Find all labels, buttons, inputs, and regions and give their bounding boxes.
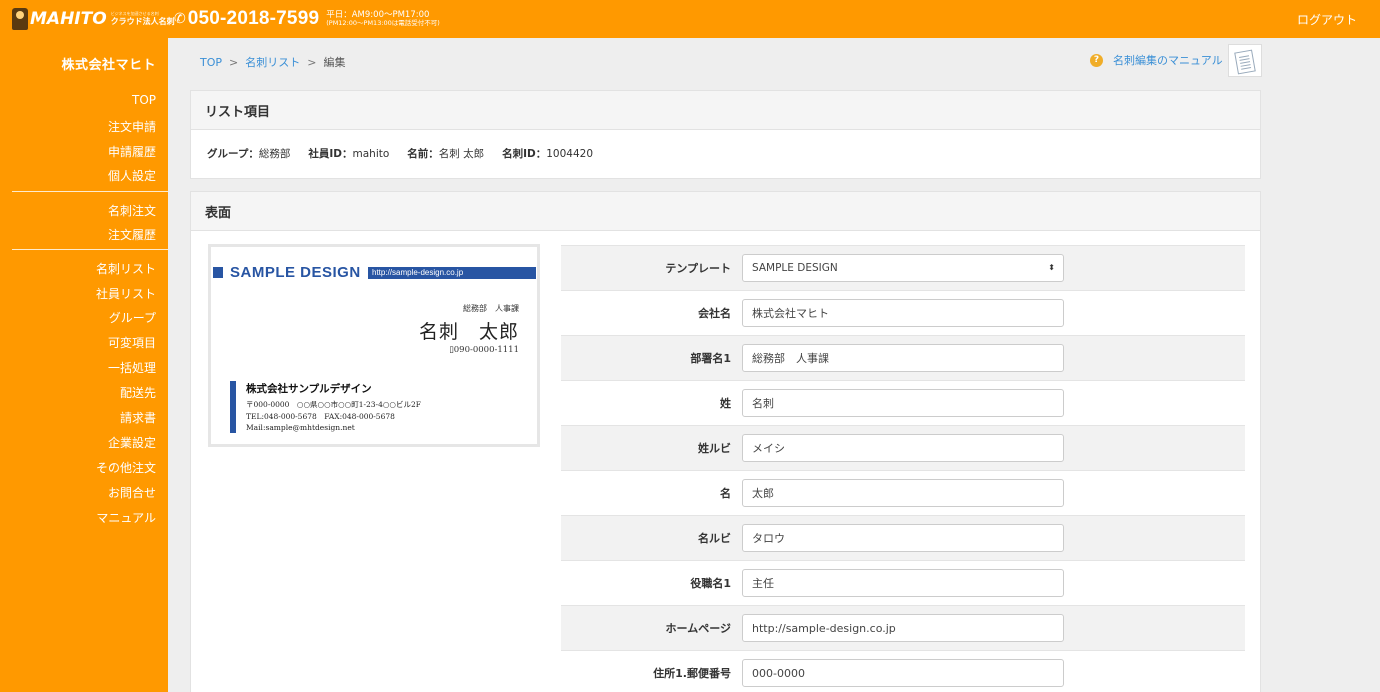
- select-arrows-icon: ⬍: [1048, 263, 1055, 272]
- logo-tagline: ビジネスを加速させる名刺: [110, 11, 159, 16]
- sidebar-item-manual[interactable]: マニュアル: [96, 509, 156, 526]
- breadcrumb-current: 編集: [323, 56, 346, 69]
- sidebar-item-personal-settings[interactable]: 個人設定: [108, 167, 156, 184]
- manual-link-label[interactable]: 名刺編集のマニュアル: [1113, 52, 1223, 68]
- sidebar-item-order-history[interactable]: 注文履歴: [108, 226, 156, 243]
- info-group: グループ：総務部: [207, 148, 291, 160]
- sidebar-item-employee-list[interactable]: 社員リスト: [96, 285, 156, 302]
- card-accent-square: [213, 267, 223, 278]
- list-items-panel: リスト項目 グループ：総務部 社員ID：mahito 名前：名刺 太郎 名刺ID…: [190, 90, 1261, 179]
- sidebar-item-contact[interactable]: お問合せ: [108, 484, 156, 501]
- field-label: 会社名: [698, 307, 731, 320]
- card-person-name: 名刺 太郎: [418, 321, 519, 343]
- field-label: 姓ルビ: [698, 442, 731, 455]
- sidebar-item-invoice[interactable]: 請求書: [120, 409, 156, 426]
- form-row: 姓: [561, 380, 1245, 425]
- field-label: テンプレート: [665, 262, 731, 275]
- panel-title: 表面: [191, 192, 1260, 231]
- form-row: 名ルビ: [561, 515, 1245, 560]
- sidebar-company-name: 株式会社マヒト: [61, 58, 156, 73]
- first-name-input[interactable]: [742, 479, 1064, 507]
- info-name: 名前：名刺 太郎: [407, 148, 485, 160]
- document-icon[interactable]: [1228, 44, 1262, 77]
- field-label: 部署名1: [690, 352, 731, 365]
- form-row: 部署名1: [561, 335, 1245, 380]
- sidebar-divider: [12, 249, 168, 250]
- form-row: 住所1.郵便番号: [561, 650, 1245, 692]
- form-row: ホームページ: [561, 605, 1245, 650]
- department1-input[interactable]: [742, 344, 1064, 372]
- logo-subtitle-block: ビジネスを加速させる名刺 クラウド法人名刺: [111, 12, 175, 26]
- job-title1-input[interactable]: [742, 569, 1064, 597]
- info-card-id: 名刺ID：1004420: [502, 148, 594, 160]
- sidebar-item-top[interactable]: TOP: [132, 93, 156, 107]
- form-row: 会社名: [561, 290, 1245, 335]
- breadcrumb-separator: >: [307, 55, 317, 69]
- logo-text: MAHITO: [30, 9, 107, 29]
- sidebar-item-groups[interactable]: グループ: [109, 309, 156, 326]
- front-side-panel: 表面 SAMPLE DESIGN http://sample-design.co…: [190, 191, 1261, 692]
- business-hours: 平日：AM9:00～PM17:00 (PM12:00～PM13:00は電話受付不…: [326, 11, 440, 27]
- top-header: MAHITO ビジネスを加速させる名刺 クラウド法人名刺 ✆ 050-2018-…: [0, 0, 1380, 38]
- sidebar-item-shipping[interactable]: 配送先: [120, 384, 156, 401]
- card-url: http://sample-design.co.jp: [368, 267, 536, 279]
- sidebar-item-company-settings[interactable]: 企業設定: [108, 434, 156, 451]
- business-hours-note: (PM12:00～PM13:00は電話受付不可): [326, 19, 440, 28]
- card-accent-bar: [230, 381, 236, 433]
- help-icon: ?: [1090, 53, 1103, 67]
- card-preview: SAMPLE DESIGN http://sample-design.co.jp…: [208, 244, 540, 447]
- sidebar-item-card-list[interactable]: 名刺リスト: [96, 260, 156, 277]
- form-row: 名: [561, 470, 1245, 515]
- sidebar-item-card-order[interactable]: 名刺注文: [108, 202, 156, 219]
- field-label: 住所1.郵便番号: [653, 667, 731, 680]
- form-row: 役職名1: [561, 560, 1245, 605]
- sidebar-item-variable-fields[interactable]: 可変項目: [108, 334, 156, 351]
- last-name-input[interactable]: [742, 389, 1064, 417]
- logo-subtitle: クラウド法人名刺: [110, 17, 175, 26]
- card-department: 総務部 人事課: [463, 304, 519, 313]
- card-edit-form: テンプレート SAMPLE DESIGN ⬍ 会社名 部署名1 姓 姓ルビ 名: [561, 245, 1245, 692]
- field-label: ホームページ: [665, 622, 731, 635]
- card-address: 〒000-0000 ○○県○○市○○町1-23-4○○ビル2F: [246, 400, 421, 409]
- homepage-input[interactable]: [742, 614, 1064, 642]
- breadcrumb-separator: >: [229, 55, 239, 69]
- breadcrumb-top[interactable]: TOP: [200, 56, 222, 69]
- field-label: 姓: [720, 397, 731, 410]
- sidebar-item-order-request[interactable]: 注文申請: [108, 118, 156, 135]
- sidebar: 株式会社マヒト TOP 注文申請 申請履歴 個人設定 名刺注文 注文履歴 名刺リ…: [0, 38, 168, 692]
- postal-code-input[interactable]: [742, 659, 1064, 687]
- phone-number: 050-2018-7599: [187, 8, 320, 29]
- info-employee-id: 社員ID：mahito: [308, 148, 390, 160]
- template-select[interactable]: SAMPLE DESIGN ⬍: [742, 254, 1064, 282]
- card-company: 株式会社サンプルデザイン: [246, 383, 372, 395]
- last-name-ruby-input[interactable]: [742, 434, 1064, 462]
- card-tel-fax: TEL:048-000-5678 FAX:048-000-5678: [246, 412, 395, 421]
- logo-mascot-icon: [12, 8, 28, 30]
- sidebar-divider: [12, 191, 168, 192]
- phone-contact: ✆ 050-2018-7599 平日：AM9:00～PM17:00 (PM12:…: [174, 8, 440, 30]
- first-name-ruby-input[interactable]: [742, 524, 1064, 552]
- field-label: 名: [720, 487, 731, 500]
- company-name-input[interactable]: [742, 299, 1064, 327]
- breadcrumb-card-list[interactable]: 名刺リスト: [245, 54, 300, 70]
- panel-title: リスト項目: [191, 91, 1260, 130]
- card-design-title: SAMPLE DESIGN: [230, 264, 361, 281]
- card-mail: Mail:sample@mhtdesign.net: [246, 423, 355, 432]
- logout-link[interactable]: ログアウト: [1297, 11, 1357, 28]
- manual-link[interactable]: ? 名刺編集のマニュアル: [1090, 52, 1223, 68]
- field-label: 役職名1: [690, 577, 731, 590]
- phone-icon: ✆: [174, 11, 186, 27]
- sidebar-item-bulk-processing[interactable]: 一括処理: [108, 359, 156, 376]
- list-info-row: グループ：総務部 社員ID：mahito 名前：名刺 太郎 名刺ID：10044…: [207, 146, 611, 161]
- sidebar-item-other-orders[interactable]: その他注文: [96, 459, 156, 476]
- form-row-template: テンプレート SAMPLE DESIGN ⬍: [561, 245, 1245, 290]
- field-label: 名ルビ: [698, 532, 731, 545]
- form-row: 姓ルビ: [561, 425, 1245, 470]
- sidebar-item-request-history[interactable]: 申請履歴: [108, 143, 156, 160]
- breadcrumb: TOP > 名刺リスト > 編集: [200, 54, 345, 70]
- template-select-value: SAMPLE DESIGN: [752, 262, 838, 274]
- logo[interactable]: MAHITO ビジネスを加速させる名刺 クラウド法人名刺: [12, 6, 175, 32]
- card-phone: ▯090-0000-1111: [449, 345, 519, 355]
